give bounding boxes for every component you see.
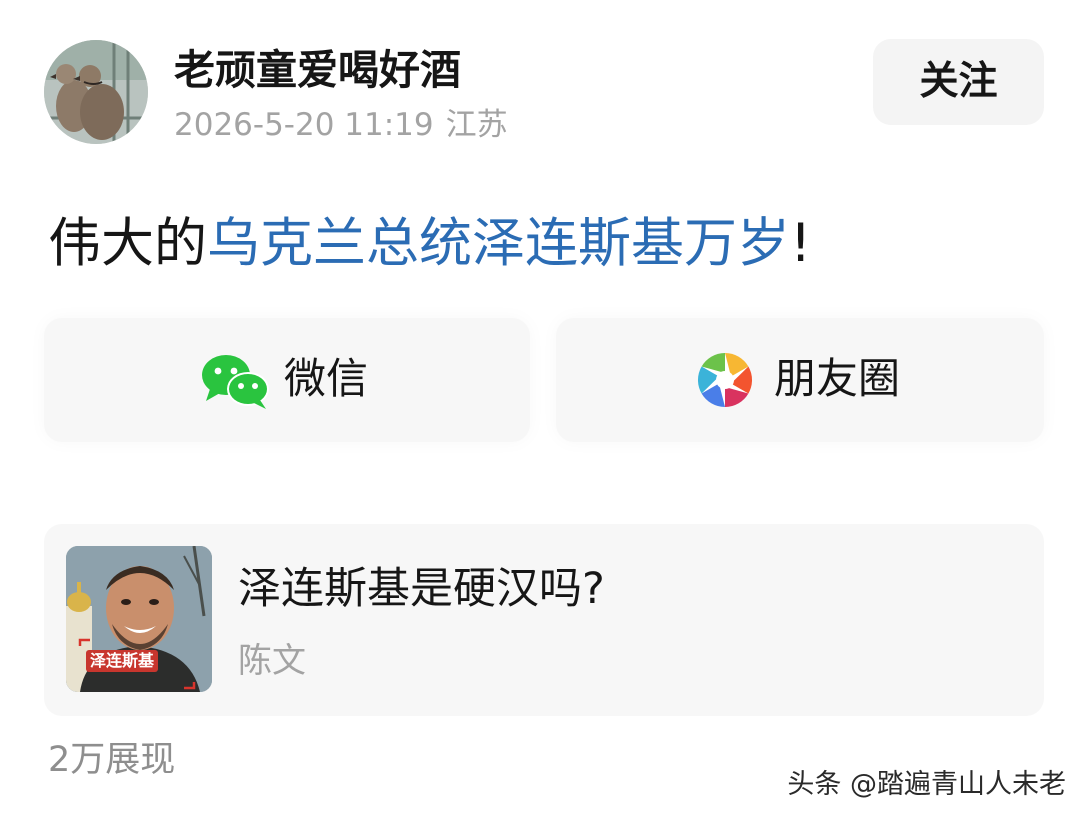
post-location: 江苏 — [445, 107, 508, 143]
post-text-prefix: 伟大的 — [48, 213, 207, 274]
share-wechat-button[interactable]: 微信 — [44, 318, 530, 442]
share-moments-button[interactable]: 朋友圈 — [556, 318, 1044, 442]
follow-button[interactable]: 关注 — [873, 39, 1044, 125]
article-title: 泽连斯基是硬汉吗? — [238, 564, 605, 614]
post-date: 2026-5-20 11:19 — [174, 107, 434, 143]
share-wechat-label: 微信 — [284, 354, 369, 403]
post-meta: 2026-5-20 11:19 江苏 — [174, 104, 520, 146]
user-avatar[interactable] — [44, 40, 148, 144]
share-moments-label: 朋友圈 — [774, 354, 901, 403]
article-thumbnail: 泽连斯基 — [66, 546, 212, 692]
moments-aperture-icon — [697, 353, 753, 407]
watermark: 头条 @踏遍青山人未老 — [787, 769, 1066, 800]
wechat-icon — [202, 355, 269, 409]
post-text-suffix: ! — [790, 213, 812, 274]
username[interactable]: 老顽童爱喝好酒 — [174, 42, 461, 98]
view-count: 2万展现 — [48, 740, 176, 780]
article-author: 陈文 — [238, 641, 306, 681]
post-text: 伟大的乌克兰总统泽连斯基万岁! — [48, 208, 811, 280]
thumbnail-caption: 泽连斯基 — [86, 650, 159, 672]
doves-avatar-icon — [44, 40, 148, 144]
topic-link[interactable]: 乌克兰总统泽连斯基万岁 — [207, 213, 790, 274]
article-card[interactable]: 泽连斯基 泽连斯基是硬汉吗? 陈文 — [44, 524, 1044, 716]
